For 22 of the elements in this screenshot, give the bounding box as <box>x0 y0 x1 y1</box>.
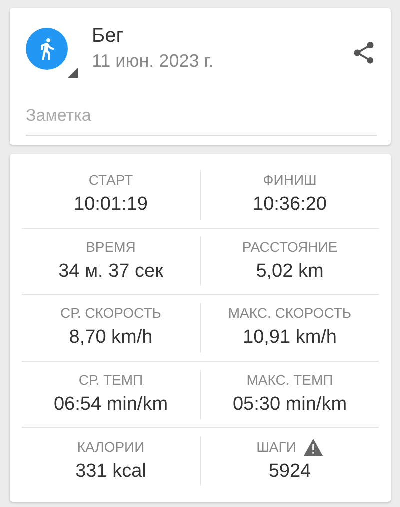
activity-title: Бег <box>92 24 125 48</box>
stat-label: СТАРТ <box>88 171 134 190</box>
stat-value: 5924 <box>268 460 312 484</box>
stat-value: 10:36:20 <box>252 193 328 217</box>
stat-value: 05:30 min/km <box>232 392 348 416</box>
stat-label: ШАГИ <box>256 438 296 456</box>
stat-label: МАКС. СКОРОСТЬ <box>228 304 352 323</box>
stat-value: 10,91 km/h <box>242 326 338 350</box>
stat-label: МАКС. ТЕМП <box>246 370 334 390</box>
stat-value: 8,70 km/h <box>68 326 154 350</box>
activity-date: 11 июн. 2023 г. <box>92 50 215 73</box>
stat-label: ФИНИШ <box>263 171 317 190</box>
stat-value: 5,02 km <box>255 260 325 284</box>
stat-label: ВРЕМЯ <box>86 238 136 256</box>
stat-value: 331 kcal <box>74 460 148 484</box>
stat-value: 10:01:19 <box>73 193 149 217</box>
stat-label: СР. ТЕМП <box>78 370 144 390</box>
stat-label: СР. СКОРОСТЬ <box>60 304 162 323</box>
stat-label: РАССТОЯНИЕ <box>242 238 338 256</box>
stat-label: КАЛОРИИ <box>77 438 145 456</box>
stat-value: 34 м. 37 сек <box>58 260 164 284</box>
stat-value: 06:54 min/km <box>52 392 170 416</box>
